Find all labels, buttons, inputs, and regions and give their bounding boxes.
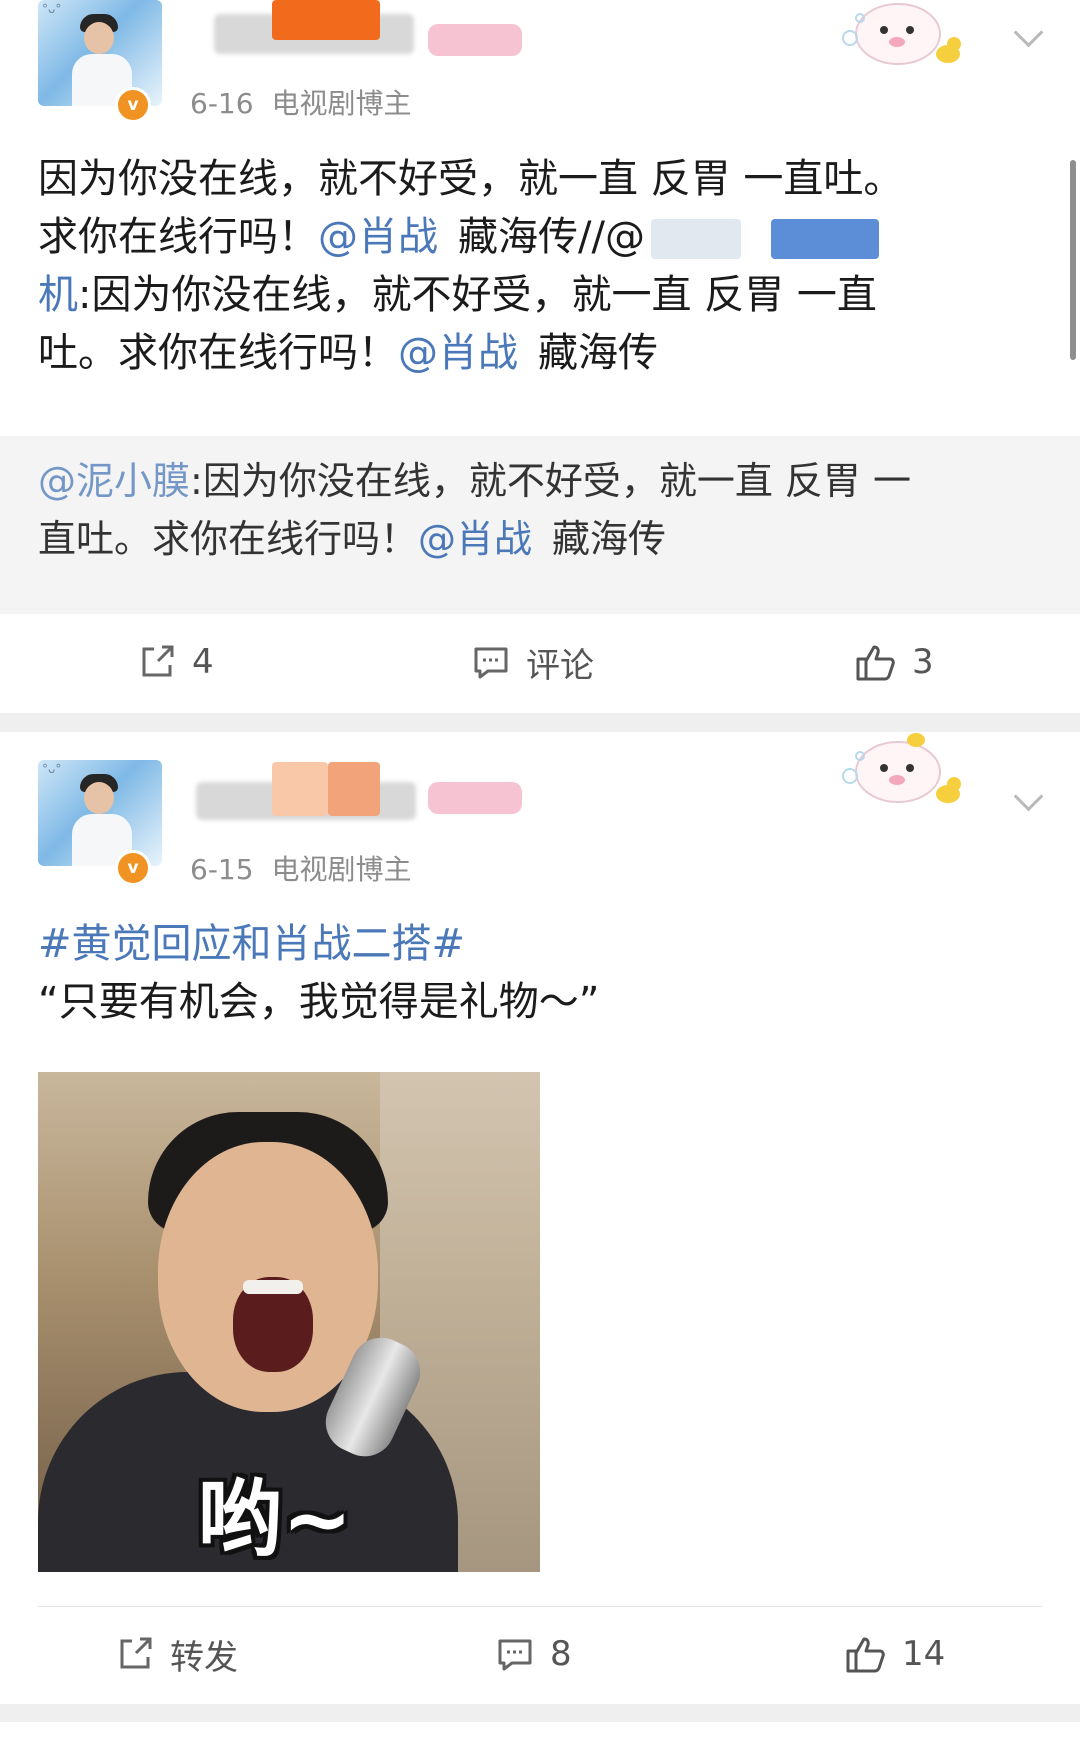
post-meta: 6-16 电视剧博主 bbox=[190, 82, 412, 122]
avatar-decoration-icon: °ᴗ° bbox=[42, 2, 62, 16]
comment-icon bbox=[474, 647, 508, 679]
fan-badge bbox=[428, 24, 522, 56]
author-role: 电视剧博主 bbox=[271, 87, 412, 120]
mention-link[interactable]: @肖战 bbox=[318, 214, 438, 260]
more-options-chevron-down-icon[interactable] bbox=[1013, 781, 1044, 812]
comment-icon bbox=[498, 1639, 532, 1671]
body-line: 吐。求你在线行吗！@肖战 藏海传 bbox=[38, 330, 658, 376]
mention-link[interactable]: 机 bbox=[38, 272, 78, 318]
verified-badge-icon: v bbox=[115, 850, 151, 886]
divider bbox=[38, 1606, 1042, 1607]
comment-button[interactable]: 8 bbox=[496, 1614, 572, 1694]
original-author-link[interactable]: @泥小膜 bbox=[38, 459, 190, 503]
hashtag-link[interactable]: #黄觉回应和肖战二搭# bbox=[38, 915, 599, 973]
post-image[interactable]: 哟~ bbox=[38, 1072, 540, 1572]
repost-label: 转发 bbox=[170, 1637, 238, 1678]
body-line: 因为你没在线，就不好受，就一直 反胃 一直吐。 bbox=[38, 156, 904, 202]
repost-button[interactable]: 4 bbox=[138, 622, 214, 702]
post-body: 因为你没在线，就不好受，就一直 反胃 一直吐。 求你在线行吗！@肖战 藏海传//@… bbox=[38, 150, 903, 382]
body-line: 机:因为你没在线，就不好受，就一直 反胃 一直 bbox=[38, 272, 877, 318]
repost-count: 4 bbox=[192, 642, 214, 682]
username-redaction bbox=[328, 762, 380, 816]
repost-line: @泥小膜:因为你没在线，就不好受，就一直 反胃 一 bbox=[38, 459, 911, 503]
action-bar: 转发 8 14 bbox=[0, 1614, 1080, 1694]
avatar[interactable]: °ᴗ° bbox=[38, 760, 162, 866]
username-redaction bbox=[272, 762, 328, 816]
comment-count: 8 bbox=[550, 1634, 572, 1674]
thumbs-up-icon bbox=[856, 645, 895, 681]
topic-text: 藏海传 bbox=[552, 517, 667, 561]
author-role: 电视剧博主 bbox=[271, 853, 412, 886]
fan-badge bbox=[428, 782, 522, 814]
feed-post: °ᴗ° v 6-15 电视剧博主 #黄觉回应和肖战二搭# “只要有机会，我觉得是礼… bbox=[0, 732, 1080, 1704]
scrollbar[interactable] bbox=[1070, 160, 1076, 360]
topic-text: 藏海传 bbox=[538, 330, 658, 376]
post-meta: 6-15 电视剧博主 bbox=[190, 848, 412, 888]
mention-link[interactable]: @肖战 bbox=[398, 330, 518, 376]
repost-line: 直吐。求你在线行吗！@肖战 藏海传 bbox=[38, 517, 667, 561]
like-button[interactable]: 3 bbox=[854, 622, 934, 702]
share-icon bbox=[142, 645, 174, 677]
like-count: 14 bbox=[902, 1634, 946, 1674]
like-button[interactable]: 14 bbox=[844, 1614, 945, 1694]
repost-button[interactable]: 转发 bbox=[116, 1614, 238, 1694]
more-options-chevron-down-icon[interactable] bbox=[1013, 17, 1044, 48]
redacted-name bbox=[770, 219, 879, 259]
image-caption: 哟~ bbox=[198, 1470, 353, 1568]
mention-link[interactable]: @肖战 bbox=[418, 517, 532, 561]
body-line: 求你在线行吗！@肖战 藏海传//@ bbox=[38, 208, 903, 266]
post-body: #黄觉回应和肖战二搭# “只要有机会，我觉得是礼物～” bbox=[38, 915, 599, 1031]
reposted-content[interactable]: @泥小膜:因为你没在线，就不好受，就一直 反胃 一 直吐。求你在线行吗！@肖战藏… bbox=[0, 436, 1080, 614]
action-bar: 4 评论 3 bbox=[0, 622, 1080, 702]
username-redaction bbox=[272, 0, 380, 40]
repost-chain-marker: //@ bbox=[578, 214, 645, 260]
sticker-icon bbox=[842, 3, 961, 65]
feed-post: °ᴗ° v 6-16 电视剧博主 因为你没在线，就不好受，就一直 反胃 一直吐。 … bbox=[0, 0, 1080, 713]
avatar-decoration-icon: °ᴗ° bbox=[42, 762, 62, 776]
sticker-icon bbox=[842, 733, 961, 803]
quote-text: “只要有机会，我觉得是礼物～” bbox=[38, 979, 600, 1025]
thumbs-up-icon bbox=[846, 1637, 885, 1673]
feed-post-next bbox=[0, 1722, 1080, 1741]
comment-button[interactable]: 评论 bbox=[472, 622, 594, 702]
post-date: 6-16 bbox=[190, 87, 254, 120]
topic-text: 藏海传 bbox=[458, 214, 578, 260]
verified-badge-icon: v bbox=[115, 87, 151, 123]
post-date: 6-15 bbox=[190, 853, 254, 886]
redacted-name bbox=[650, 219, 741, 259]
comment-label: 评论 bbox=[526, 645, 594, 686]
share-icon bbox=[120, 1637, 152, 1669]
like-count: 3 bbox=[912, 642, 934, 682]
